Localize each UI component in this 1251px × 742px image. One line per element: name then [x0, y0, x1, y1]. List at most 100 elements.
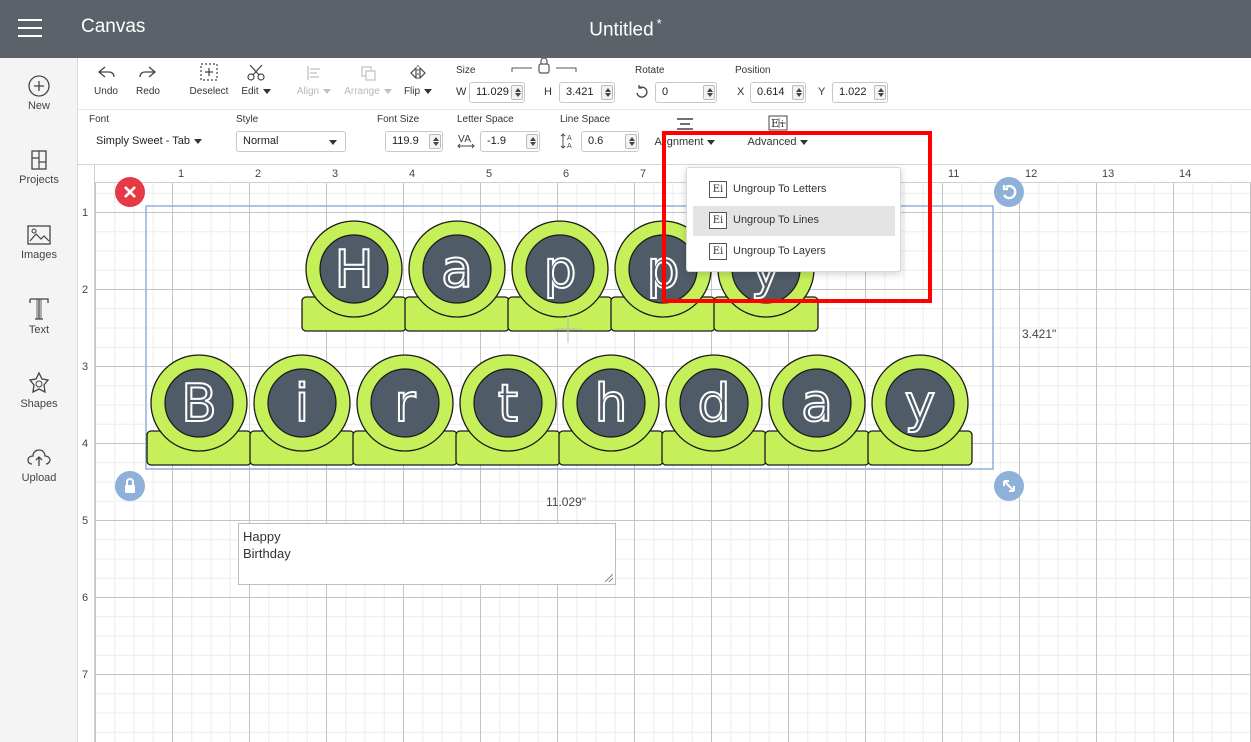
banner-tab-birthday-6[interactable]: a [764, 354, 870, 466]
rotate-handle[interactable] [994, 177, 1024, 207]
align-button[interactable]: Align [292, 64, 336, 97]
banner-tab-birthday-0[interactable]: B [146, 354, 252, 466]
chevron-down-icon [262, 88, 271, 94]
banner-letter: B [181, 374, 217, 434]
sidebar-item-shapes[interactable]: Shapes [0, 370, 78, 410]
lock-handle[interactable] [115, 471, 145, 501]
rotate-icon [1002, 184, 1017, 200]
delete-handle[interactable] [115, 177, 145, 207]
sidebar-item-text[interactable]: Text [0, 296, 78, 336]
width-value: 11.029 [476, 86, 509, 98]
text-line-birthday[interactable]: Bi r t h d a y [146, 354, 973, 466]
position-y-input[interactable]: 1.022 [832, 82, 888, 103]
undo-button[interactable]: Undo [88, 64, 124, 97]
banner-tab-birthday-3[interactable]: t [455, 354, 561, 466]
sidebar-label: New [27, 100, 50, 112]
resize-handle[interactable] [994, 471, 1024, 501]
text-edit-box[interactable]: Happy Birthday [238, 523, 616, 585]
arrange-button[interactable]: Arrange [340, 64, 396, 97]
arrange-icon [361, 66, 376, 81]
banner-letter: H [334, 240, 373, 300]
align-center-icon [677, 118, 693, 130]
rotate-input[interactable]: 0 [655, 82, 717, 103]
sidebar-label: Projects [19, 174, 59, 186]
line-space-stepper[interactable] [625, 134, 637, 149]
font-select[interactable]: Simply Sweet - Tab [89, 131, 203, 152]
banner-letter: h [595, 374, 628, 434]
sidebar-item-projects[interactable]: Projects [0, 148, 78, 186]
banner-letter: t [498, 374, 518, 434]
rotate-icon [636, 85, 648, 98]
height-dimension-label: 3.421" [1022, 327, 1057, 341]
banner-tab-birthday-5[interactable]: d [661, 354, 767, 466]
banner-tab-happy-2[interactable]: p [507, 220, 613, 332]
line-space-icon: AA [560, 133, 572, 150]
width-stepper[interactable] [511, 85, 523, 100]
banner-tab-happy-1[interactable]: a [404, 220, 510, 332]
document-title-text: Untitled [589, 19, 654, 41]
lock-aspect-icon[interactable] [510, 58, 578, 76]
flip-button[interactable]: Flip [398, 64, 438, 97]
edit-label: Edit [241, 86, 259, 97]
sidebar-item-new[interactable]: New [0, 74, 78, 112]
redo-label: Redo [136, 86, 160, 97]
height-value: 3.421 [566, 86, 594, 98]
title-bar: Canvas Untitled * [0, 0, 1251, 58]
chevron-down-icon [329, 140, 337, 145]
line-space-input[interactable]: 0.6 [581, 131, 639, 152]
text-edit-value: Happy Birthday [243, 529, 291, 561]
position-y-stepper[interactable] [874, 85, 886, 100]
banner-tab-happy-0[interactable]: H [301, 220, 407, 332]
redo-button[interactable]: Redo [130, 64, 166, 97]
position-x-stepper[interactable] [792, 85, 804, 100]
resize-grip-icon[interactable] [605, 574, 613, 582]
letter-space-stepper[interactable] [526, 134, 538, 149]
width-input[interactable]: 11.029 [469, 82, 525, 103]
deselect-button[interactable]: Deselect [185, 62, 233, 97]
projects-icon [31, 150, 47, 170]
rotate-label: Rotate [635, 65, 665, 76]
banner-tab-birthday-4[interactable]: h [558, 354, 664, 466]
svg-text:VA: VA [458, 134, 471, 145]
position-label: Position [735, 65, 771, 76]
edit-button[interactable]: Edit [238, 62, 274, 97]
banner-letter: a [441, 240, 473, 300]
scissors-icon [247, 64, 265, 81]
text-icon [29, 298, 49, 320]
redo-icon [139, 66, 157, 78]
font-size-input[interactable]: 119.9 [385, 131, 443, 152]
y-axis-label: Y [818, 86, 826, 98]
lock-icon [125, 478, 135, 493]
arrange-label: Arrange [344, 86, 380, 97]
font-label: Font [89, 114, 110, 125]
font-size-stepper[interactable] [429, 134, 441, 149]
svg-text:E: E [771, 117, 779, 130]
undo-icon [97, 66, 115, 78]
close-icon [124, 186, 136, 198]
banner-tab-birthday-1[interactable]: i [249, 354, 355, 466]
banner-letter: i [295, 374, 309, 434]
unsaved-marker: * [656, 16, 662, 31]
line-space-label: Line Space [560, 114, 611, 125]
svg-text:A: A [567, 134, 572, 142]
banner-tab-birthday-7[interactable]: y [867, 354, 973, 466]
deselect-icon [200, 63, 218, 81]
font-value: Simply Sweet - Tab [96, 135, 190, 147]
style-select[interactable]: Normal [236, 131, 346, 152]
rotate-stepper[interactable] [703, 85, 715, 100]
sidebar-item-upload[interactable]: Upload [0, 446, 78, 484]
width-axis-label: W [456, 86, 467, 98]
height-stepper[interactable] [601, 85, 613, 100]
sidebar-item-images[interactable]: Images [0, 223, 78, 261]
annotation-highlight-box [662, 131, 932, 303]
banner-tab-birthday-2[interactable]: r [352, 354, 458, 466]
flip-label: Flip [403, 86, 421, 97]
letter-space-input[interactable]: -1.9 [480, 131, 540, 152]
height-input[interactable]: 3.421 [559, 82, 615, 103]
x-axis-label: X [737, 86, 745, 98]
banner-letter: a [801, 374, 833, 434]
plus-circle-icon [28, 75, 50, 97]
letter-space-label: Letter Space [457, 114, 514, 125]
position-x-input[interactable]: 0.614 [750, 82, 806, 103]
advanced-text-icon: Ei [768, 115, 788, 131]
